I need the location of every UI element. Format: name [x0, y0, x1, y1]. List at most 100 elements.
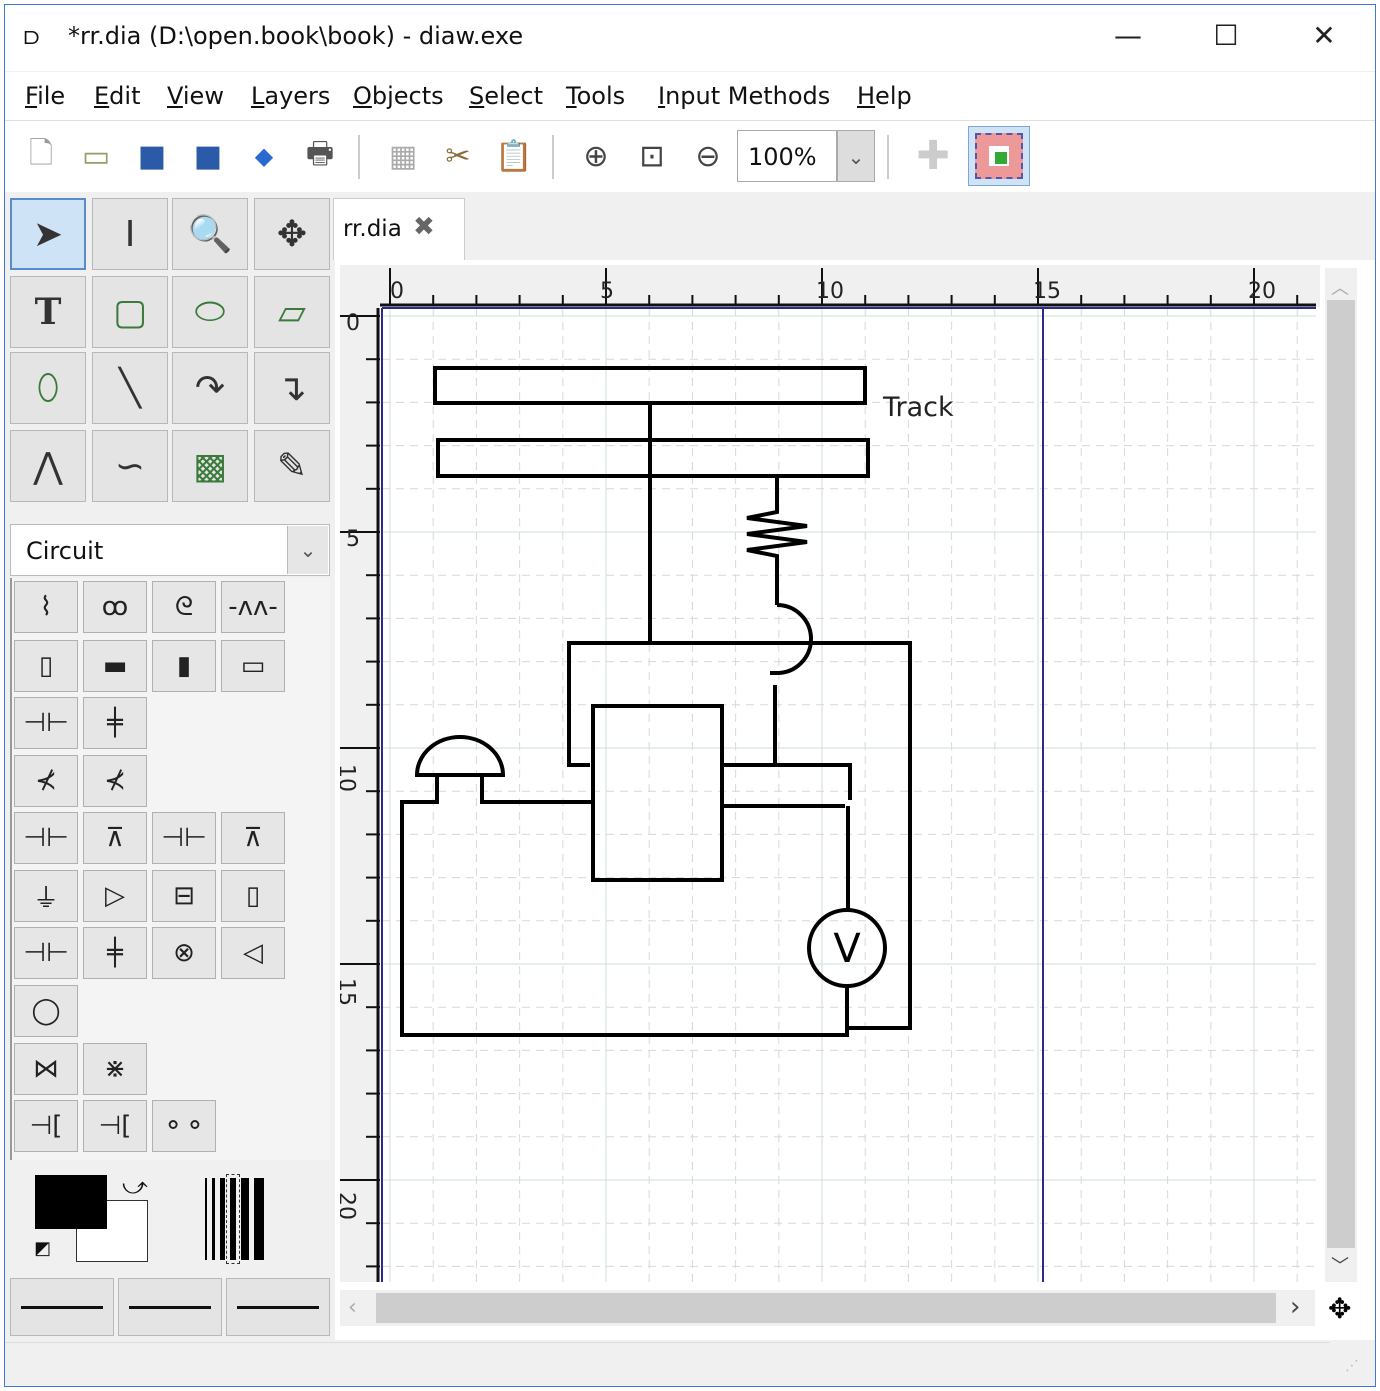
menu-tools[interactable]: Tools: [566, 82, 625, 110]
shape-cap-h-icon[interactable]: ⊣⊢: [14, 697, 78, 749]
line-style-selector[interactable]: [118, 1278, 222, 1336]
shape-cap-polar-v-icon[interactable]: ╪: [83, 927, 147, 979]
copy-icon[interactable]: ▦: [380, 133, 426, 179]
shape-diode-v-icon[interactable]: ⊼: [83, 812, 147, 864]
shape-connector-icon[interactable]: ⚬⚬: [152, 1100, 216, 1152]
resize-grip-icon[interactable]: ⋰: [1345, 1358, 1359, 1374]
default-colors-icon[interactable]: ◩: [34, 1238, 51, 1259]
shape-coil-icon[interactable]: ᘓ: [152, 581, 216, 633]
vertical-scroll-thumb[interactable]: [1327, 300, 1355, 1248]
horizontal-scroll-thumb[interactable]: [376, 1293, 1276, 1323]
tool-polyline[interactable]: ⋀: [10, 430, 86, 502]
menu-objects[interactable]: Objects: [353, 82, 444, 110]
zoom-out-icon[interactable]: ⊖: [685, 133, 731, 179]
wire[interactable]: [400, 773, 849, 1037]
resistor[interactable]: [746, 476, 808, 605]
export-icon[interactable]: ◆: [241, 133, 287, 179]
tool-box[interactable]: ▢: [92, 276, 168, 348]
track-rail-top[interactable]: [433, 366, 867, 405]
minimize-button[interactable]: —: [1098, 14, 1158, 58]
diagram-canvas[interactable]: 0 5 10 15 20 0 5 10 15 20 V Track: [340, 260, 1360, 1290]
tool-arc[interactable]: ↷: [172, 352, 248, 424]
shape-battery-icon[interactable]: ▮: [152, 640, 216, 692]
shape-relay-icon[interactable]: ◯: [14, 985, 78, 1037]
shape-opamp-icon[interactable]: ▷: [83, 870, 147, 922]
tool-line[interactable]: ╲: [92, 352, 168, 424]
tool-polygon[interactable]: ▱: [254, 276, 330, 348]
tool-text-edit[interactable]: I: [92, 198, 168, 270]
scroll-left-icon[interactable]: ‹: [348, 1295, 357, 1320]
menu-input-methods[interactable]: Input Methods: [658, 82, 830, 110]
save-icon[interactable]: ■: [129, 133, 175, 179]
shape-transistor-npn-icon[interactable]: ⊀: [14, 755, 78, 807]
shape-cap-v-icon[interactable]: ╪: [83, 697, 147, 749]
shape-led-v-icon[interactable]: ⋇: [83, 1043, 147, 1095]
shape-zener-v-icon[interactable]: ⊼: [221, 812, 285, 864]
maximize-button[interactable]: ☐: [1196, 14, 1256, 58]
zoom-input[interactable]: 100%: [737, 130, 837, 182]
menu-select[interactable]: Select: [469, 82, 543, 110]
shape-plug-alt-icon[interactable]: ⊣[: [83, 1100, 147, 1152]
foreground-color-swatch[interactable]: [35, 1175, 107, 1229]
start-arrow-selector[interactable]: [10, 1278, 114, 1336]
line-width-selector[interactable]: [205, 1174, 295, 1264]
tool-outline[interactable]: ✎: [254, 430, 330, 502]
zoom-dropdown-chevron-icon[interactable]: ⌄: [837, 130, 875, 182]
shape-zener-icon[interactable]: ⊣⊢: [152, 812, 216, 864]
shape-lamp-cross-icon[interactable]: ⊗: [152, 927, 216, 979]
bell[interactable]: [414, 735, 506, 777]
shape-led-icon[interactable]: ⋈: [14, 1043, 78, 1095]
menu-edit[interactable]: Edit: [94, 82, 140, 110]
shape-lamp-icon[interactable]: ▭: [221, 640, 285, 692]
end-arrow-selector[interactable]: [226, 1278, 330, 1336]
tool-text[interactable]: T: [10, 276, 86, 348]
tool-zigzag[interactable]: ↴: [254, 352, 330, 424]
tool-beziergon[interactable]: ⬯: [10, 352, 86, 424]
scroll-up-icon[interactable]: ︿: [1331, 274, 1349, 300]
chevron-down-icon[interactable]: ⌄: [287, 526, 328, 574]
navigation-move-icon[interactable]: ✥: [1328, 1292, 1351, 1325]
shape-speaker-icon[interactable]: ◁: [221, 927, 285, 979]
snap-to-grid-icon[interactable]: ✚: [910, 133, 956, 179]
zoom-in-icon[interactable]: ⊕: [573, 133, 619, 179]
tool-scroll[interactable]: ✥: [254, 198, 330, 270]
save-as-icon[interactable]: ■: [185, 133, 231, 179]
jumper-arc[interactable]: [770, 603, 813, 675]
close-button[interactable]: ✕: [1294, 14, 1354, 58]
tool-pointer[interactable]: ➤: [10, 198, 86, 270]
zoom-fit-icon[interactable]: ⊡: [629, 133, 675, 179]
open-folder-icon[interactable]: ▭: [73, 133, 119, 179]
snap-to-objects-toggle[interactable]: [968, 126, 1030, 186]
scroll-down-icon[interactable]: ﹀: [1331, 1252, 1349, 1278]
shape-inductor-icon[interactable]: ꝏ: [83, 581, 147, 633]
tool-image[interactable]: ▩: [172, 430, 248, 502]
shape-diode-icon[interactable]: ⊣⊢: [14, 812, 78, 864]
shape-fuse-v-icon[interactable]: ▯: [221, 870, 285, 922]
wire[interactable]: [722, 763, 852, 800]
shape-plug-icon[interactable]: ⊣[: [14, 1100, 78, 1152]
menu-help[interactable]: Help: [857, 82, 912, 110]
menu-view[interactable]: View: [167, 82, 224, 110]
shape-resistor-icon[interactable]: ⌇: [14, 581, 78, 633]
tool-magnify[interactable]: 🔍: [172, 198, 248, 270]
swap-colors-icon[interactable]: ⤻: [122, 1172, 148, 1200]
tool-bezier[interactable]: ∽: [92, 430, 168, 502]
shape-fuse-icon[interactable]: ▬: [83, 640, 147, 692]
ic-box[interactable]: [591, 704, 724, 882]
track-label[interactable]: Track: [882, 392, 954, 423]
shape-resistor-alt-icon[interactable]: -ʌʌ-: [221, 581, 285, 633]
paste-icon[interactable]: 📋: [491, 133, 537, 179]
print-icon[interactable]: 🖶: [297, 133, 343, 179]
shape-fuse-h-icon[interactable]: ⊟: [152, 870, 216, 922]
menu-layers[interactable]: Layers: [251, 82, 330, 110]
new-file-icon[interactable]: 🗋: [18, 133, 64, 179]
tab-close-icon[interactable]: ✖: [413, 212, 435, 242]
shape-cap-polar-h-icon[interactable]: ⊣⊢: [14, 927, 78, 979]
cut-icon[interactable]: ✂: [435, 133, 481, 179]
scroll-right-icon[interactable]: ›: [1290, 1292, 1300, 1322]
shape-transistor-pnp-icon[interactable]: ⊀: [83, 755, 147, 807]
tool-ellipse[interactable]: ⬭: [172, 276, 248, 348]
menu-file[interactable]: File: [25, 82, 65, 110]
shape-ground-icon[interactable]: ⏚: [14, 870, 78, 922]
shape-capacitor-icon[interactable]: ▯: [14, 640, 78, 692]
